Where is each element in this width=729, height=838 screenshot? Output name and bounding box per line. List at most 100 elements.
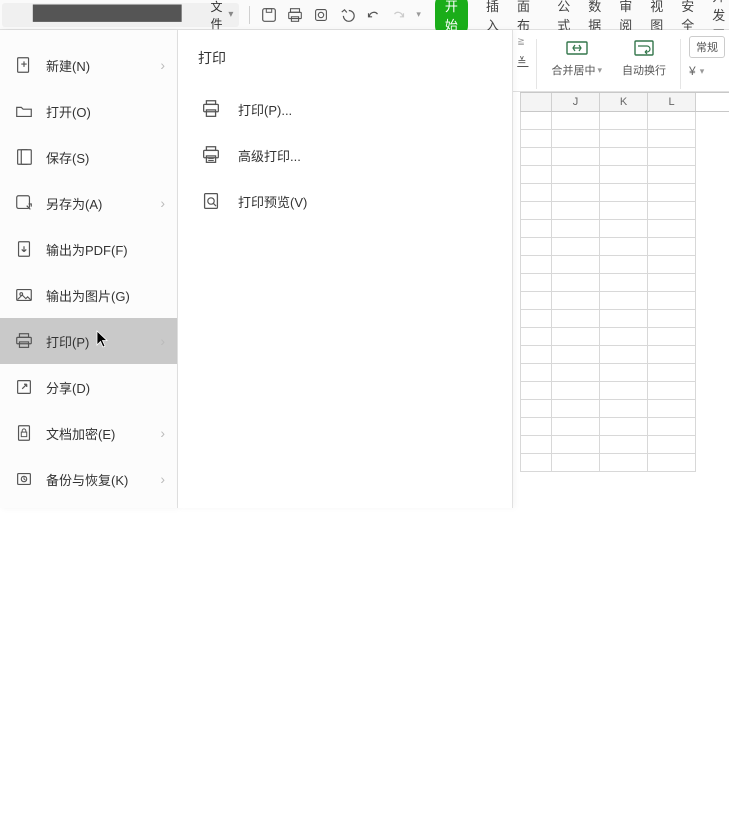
cell[interactable] [552, 400, 600, 418]
cell[interactable] [600, 292, 648, 310]
cell[interactable] [520, 310, 552, 328]
spreadsheet-grid[interactable]: J K L [520, 92, 729, 508]
cell[interactable] [600, 418, 648, 436]
cell[interactable] [520, 148, 552, 166]
cell[interactable] [552, 220, 600, 238]
print-icon[interactable] [286, 6, 304, 24]
cell[interactable] [648, 418, 696, 436]
cell[interactable] [552, 364, 600, 382]
cell[interactable] [552, 382, 600, 400]
cell[interactable] [648, 328, 696, 346]
print-submenu-item-preview[interactable]: 打印预览(V) [196, 178, 512, 224]
cell[interactable] [520, 184, 552, 202]
cell[interactable] [648, 292, 696, 310]
cell[interactable] [520, 202, 552, 220]
cell[interactable] [648, 346, 696, 364]
file-menu-item-print[interactable]: 打印(P)› [0, 318, 177, 364]
cell[interactable] [600, 220, 648, 238]
merge-center-button[interactable]: 合并居中▾ [545, 36, 608, 78]
cell[interactable] [520, 274, 552, 292]
cell[interactable] [520, 364, 552, 382]
cell[interactable] [552, 112, 600, 130]
print-submenu-item-advanced[interactable]: 高级打印... [196, 132, 512, 178]
cell[interactable] [648, 310, 696, 328]
cell[interactable] [552, 292, 600, 310]
cell[interactable] [600, 130, 648, 148]
cell[interactable] [600, 382, 648, 400]
cell[interactable] [648, 454, 696, 472]
undo-icon[interactable] [338, 6, 356, 24]
file-menu-item-exportimg[interactable]: 输出为图片(G) [0, 272, 177, 318]
cell[interactable] [648, 364, 696, 382]
cell[interactable] [648, 256, 696, 274]
cell[interactable] [600, 148, 648, 166]
cell[interactable] [648, 220, 696, 238]
cell[interactable] [552, 130, 600, 148]
cell[interactable] [520, 400, 552, 418]
cell[interactable] [520, 238, 552, 256]
cell[interactable] [552, 148, 600, 166]
cell[interactable] [520, 112, 552, 130]
tab-insert[interactable]: 插入 [486, 0, 499, 34]
cell[interactable] [552, 202, 600, 220]
cell[interactable] [552, 454, 600, 472]
cell[interactable] [648, 166, 696, 184]
cell[interactable] [648, 436, 696, 454]
file-menu-item-backup[interactable]: 备份与恢复(K)› [0, 456, 177, 502]
tab-data[interactable]: 数据 [588, 0, 601, 34]
cell[interactable] [600, 112, 648, 130]
cell[interactable] [520, 292, 552, 310]
cell[interactable] [648, 382, 696, 400]
cell[interactable] [648, 400, 696, 418]
cell[interactable] [600, 274, 648, 292]
column-header[interactable] [520, 93, 552, 111]
undo-split-icon[interactable] [364, 6, 382, 24]
cell[interactable] [552, 346, 600, 364]
cell[interactable] [520, 328, 552, 346]
file-menu-item-new[interactable]: 新建(N)› [0, 42, 177, 88]
cell[interactable] [600, 184, 648, 202]
cell[interactable] [520, 382, 552, 400]
file-menu-item-save[interactable]: 保存(S) [0, 134, 177, 180]
print-submenu-item-print[interactable]: 打印(P)... [196, 86, 512, 132]
cell[interactable] [520, 418, 552, 436]
file-menu-item-exportpdf[interactable]: 输出为PDF(F) [0, 226, 177, 272]
printpreview-icon[interactable] [312, 6, 330, 24]
cell[interactable] [648, 130, 696, 148]
cell[interactable] [600, 436, 648, 454]
qat-dropdown-icon[interactable]: ▾ [416, 9, 421, 20]
cell[interactable] [520, 346, 552, 364]
cell[interactable] [600, 400, 648, 418]
tab-security[interactable]: 安全 [681, 0, 694, 34]
cell[interactable] [648, 112, 696, 130]
cell[interactable] [552, 274, 600, 292]
file-menu-item-open[interactable]: 打开(O) [0, 88, 177, 134]
cell[interactable] [648, 184, 696, 202]
cell[interactable] [600, 166, 648, 184]
cell[interactable] [648, 148, 696, 166]
cell[interactable] [520, 454, 552, 472]
file-menu-item-saveas[interactable]: 另存为(A)› [0, 180, 177, 226]
cell[interactable] [552, 436, 600, 454]
file-menu-button[interactable]: 文件 ▾ [2, 3, 239, 27]
cell[interactable] [600, 364, 648, 382]
cell[interactable] [552, 238, 600, 256]
number-format-select[interactable]: 常规 [689, 36, 725, 58]
cell[interactable] [552, 418, 600, 436]
autowrap-button[interactable]: 自动换行 [616, 36, 672, 78]
cell[interactable] [520, 256, 552, 274]
file-menu-item-share[interactable]: 分享(D) [0, 364, 177, 410]
cell[interactable] [648, 202, 696, 220]
cell[interactable] [600, 328, 648, 346]
tab-review[interactable]: 审阅 [619, 0, 632, 34]
tab-formula[interactable]: 公式 [557, 0, 570, 34]
file-menu-item-encrypt[interactable]: 文档加密(E)› [0, 410, 177, 456]
tab-view[interactable]: 视图 [650, 0, 663, 34]
cell[interactable] [648, 274, 696, 292]
redo-icon[interactable] [390, 6, 408, 24]
cell[interactable] [600, 346, 648, 364]
cell[interactable] [520, 166, 552, 184]
cell[interactable] [600, 202, 648, 220]
cell[interactable] [552, 310, 600, 328]
cell[interactable] [520, 130, 552, 148]
